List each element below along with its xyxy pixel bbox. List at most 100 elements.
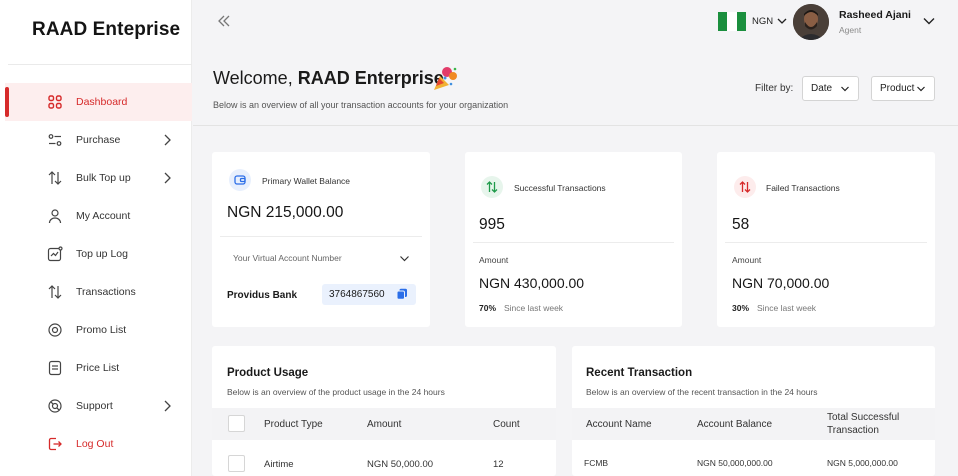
filter-date-select[interactable]: Date (802, 76, 859, 101)
sidebar-item-bulk-top-up[interactable]: Bulk Top up (0, 159, 192, 197)
filter-label: Filter by: (755, 83, 794, 94)
sidebar-item-log-out[interactable]: Log Out (0, 425, 192, 463)
sidebar-item-dashboard[interactable]: Dashboard (5, 83, 192, 121)
column-header: Count (493, 419, 520, 430)
logout-icon (48, 437, 62, 451)
column-header: Account Name (586, 419, 652, 430)
chevron-down-icon[interactable] (922, 14, 936, 28)
toggle-icon (48, 134, 62, 146)
successful-transactions-card: Successful Transactions 995 Amount NGN 4… (465, 152, 682, 327)
account-number: 3764867560 (329, 289, 385, 300)
cell-count: 12 (493, 459, 504, 470)
select-all-checkbox[interactable] (228, 415, 245, 432)
table-header: Account Name Account Balance Total Succe… (572, 408, 935, 440)
sidebar-item-my-account[interactable]: My Account (0, 197, 192, 235)
brand-logo-text: RAAD Enteprise (32, 19, 181, 40)
amount-label: Amount (479, 255, 509, 265)
filter-product-value: Product (880, 83, 915, 94)
sidebar-item-label: Purchase (76, 134, 121, 146)
divider (220, 236, 422, 237)
sidebar-item-label: Dashboard (76, 96, 128, 108)
bank-name: Providus Bank (227, 290, 298, 301)
sidebar-item-label: Price List (76, 362, 120, 374)
divider (8, 64, 192, 65)
cell-amount: NGN 50,000.00 (367, 459, 434, 470)
successful-label: Successful Transactions (514, 183, 606, 193)
sidebar-item-label: My Account (76, 210, 131, 222)
sidebar-item-purchase[interactable]: Purchase (0, 121, 192, 159)
arrows-updown-icon (734, 176, 756, 198)
cell-total-successful: NGN 5,000,000.00 (827, 458, 898, 468)
column-header: Total Successful (827, 412, 900, 423)
filter-date-value: Date (811, 83, 833, 94)
table-row[interactable]: FCMB NGN 50,000,000.00 NGN 5,000,000.00 (572, 450, 935, 476)
page-subtitle: Below is an overview of all your transac… (213, 100, 509, 110)
since-label: Since last week (757, 303, 817, 313)
failed-count: 58 (732, 216, 750, 233)
wallet-balance: NGN 215,000.00 (227, 204, 344, 221)
sidebar-item-support[interactable]: Support (0, 387, 192, 425)
copy-icon[interactable] (396, 288, 408, 300)
chevron-down-icon[interactable] (776, 15, 788, 27)
currency-selector[interactable]: NGN (752, 16, 773, 27)
amount-label: Amount (732, 255, 762, 265)
failed-percent: 30% (732, 303, 750, 313)
user-icon (48, 209, 62, 224)
sidebar-item-label: Transactions (76, 286, 136, 298)
collapse-sidebar-icon[interactable] (215, 12, 233, 30)
failed-transactions-card: Failed Transactions 58 Amount NGN 70,000… (717, 152, 935, 327)
welcome-header: Welcome, RAAD Enterprise Below is an ove… (193, 48, 958, 126)
panel-title: Recent Transaction (586, 367, 693, 379)
wallet-label: Primary Wallet Balance (262, 176, 351, 186)
table-header: Product Type Amount Count (212, 408, 556, 440)
arrows-updown-icon (48, 171, 62, 185)
wallet-icon (229, 169, 251, 191)
chevron-right-icon (164, 400, 171, 412)
account-number-chip[interactable]: 3764867560 (322, 284, 416, 305)
promo-icon (48, 323, 62, 337)
topbar: NGN Rasheed Ajani Agent (193, 0, 958, 44)
panel-subtitle: Below is an overview of the product usag… (227, 387, 445, 397)
sidebar: RAAD Enteprise Dashboard Purchase Bulk T… (0, 0, 192, 476)
successful-amount: NGN 430,000.00 (479, 275, 585, 291)
sidebar-item-transactions[interactable]: Transactions (0, 273, 192, 311)
table-row[interactable]: Airtime NGN 50,000.00 12 (212, 450, 556, 476)
chevron-down-icon (841, 86, 849, 92)
divider (473, 242, 674, 243)
support-icon (48, 399, 62, 413)
cell-account-name: FCMB (584, 458, 609, 468)
column-header: Account Balance (697, 419, 773, 430)
since-label: Since last week (504, 303, 564, 313)
nigeria-flag-icon[interactable] (718, 12, 746, 31)
chevron-right-icon (164, 172, 171, 184)
avatar[interactable] (793, 4, 829, 40)
sidebar-nav: Dashboard Purchase Bulk Top up My Accoun… (0, 83, 192, 463)
successful-percent: 70% (479, 303, 497, 313)
product-usage-panel: Product Usage Below is an overview of th… (212, 346, 556, 476)
sidebar-item-label: Bulk Top up (76, 172, 131, 184)
column-header: Amount (367, 419, 402, 430)
row-checkbox[interactable] (228, 455, 245, 472)
sidebar-item-promo-list[interactable]: Promo List (0, 311, 192, 349)
failed-label: Failed Transactions (766, 183, 840, 193)
virtual-account-select[interactable]: Your Virtual Account Number (220, 244, 420, 272)
panel-title: Product Usage (227, 367, 309, 379)
virtual-account-placeholder: Your Virtual Account Number (233, 253, 342, 263)
cell-account-balance: NGN 50,000,000.00 (697, 458, 773, 468)
sidebar-item-top-up-log[interactable]: Top up Log (0, 235, 192, 273)
column-header: Product Type (264, 419, 323, 430)
party-popper-icon (434, 67, 457, 90)
arrows-updown-icon (48, 285, 62, 299)
arrows-updown-icon (481, 176, 503, 198)
divider (725, 242, 927, 243)
user-name: Rasheed Ajani (839, 9, 911, 21)
filter-product-select[interactable]: Product (871, 76, 935, 101)
list-icon (48, 360, 62, 376)
sidebar-item-label: Promo List (76, 324, 127, 336)
grid-icon (48, 95, 62, 109)
chart-log-icon (47, 246, 63, 262)
sidebar-item-price-list[interactable]: Price List (0, 349, 192, 387)
user-role: Agent (839, 25, 862, 35)
chevron-down-icon (917, 86, 925, 92)
wallet-card: Primary Wallet Balance NGN 215,000.00 Yo… (212, 152, 430, 327)
